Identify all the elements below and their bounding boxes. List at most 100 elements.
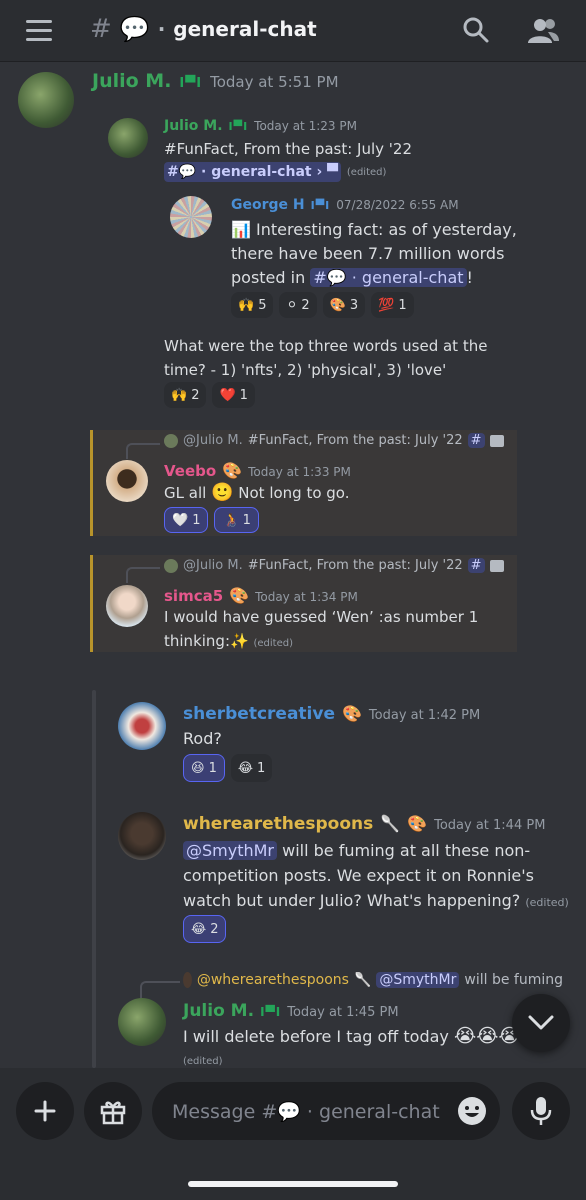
reaction-chip[interactable]: 💯 1	[371, 292, 414, 318]
avatar	[183, 972, 192, 988]
search-icon[interactable]	[462, 16, 490, 48]
reaction-chip[interactable]: ❤️ 1	[212, 382, 255, 408]
message-text: 📊 Interesting fact: as of yesterday, the…	[231, 220, 517, 287]
avatar[interactable]	[108, 118, 148, 158]
gift-button[interactable]	[84, 1082, 142, 1140]
user-mention[interactable]: @SmythMr	[183, 841, 278, 860]
avatar[interactable]	[106, 460, 148, 502]
voice-message-button[interactable]	[512, 1082, 570, 1140]
hash-icon: #	[467, 433, 485, 448]
avatar[interactable]	[118, 998, 166, 1046]
message-text: I will delete before I tag off today 😭😭😭	[183, 1025, 521, 1047]
hash-icon: #	[467, 558, 485, 573]
reaction-chip[interactable]: ⚪ 2	[279, 292, 317, 318]
menu-icon[interactable]	[26, 20, 52, 42]
role-badge-icon: I▀I	[228, 120, 249, 133]
channel-link[interactable]: #💬 · general-chat	[310, 268, 467, 287]
reaction-chip[interactable]: 😂 1	[230, 754, 273, 782]
message-header: George H I▀I 07/28/2022 6:55 AM	[231, 197, 459, 213]
reactions: 🤍 1 🧑‍🦽 1	[164, 507, 259, 533]
reaction-chip[interactable]: 🙌 2	[164, 382, 207, 408]
message-header: Julio M. I▀I Today at 1:45 PM	[183, 1001, 399, 1021]
reaction-chip[interactable]: 🙌 5	[231, 292, 274, 318]
microphone-icon	[530, 1097, 552, 1125]
hash-icon: #	[90, 14, 112, 44]
author-name[interactable]: Julio M.	[164, 118, 223, 134]
image-icon	[489, 559, 504, 572]
avatar[interactable]	[118, 702, 166, 750]
message-header: wherearethespoons 🥄 🎨 Today at 1:44 PM	[183, 814, 545, 834]
reactions: 😂 2	[183, 915, 227, 943]
edited-label: (edited)	[183, 1056, 223, 1067]
channel-name: general-chat	[173, 17, 317, 41]
channel-header: # 💬 · general-chat	[0, 0, 586, 62]
timestamp: Today at 1:42 PM	[368, 708, 481, 723]
palette-icon: 🎨	[342, 704, 362, 723]
author-name[interactable]: wherearethespoons	[183, 814, 373, 834]
thread-line	[92, 690, 96, 1068]
message-header: simca5 🎨 Today at 1:34 PM	[164, 586, 358, 605]
timestamp: Today at 1:33 PM	[248, 465, 351, 479]
reply-connector	[126, 443, 160, 459]
gift-icon	[100, 1101, 126, 1125]
palette-icon: 🎨	[407, 814, 428, 833]
message-input[interactable]: Message #💬 · general-chat	[152, 1082, 500, 1140]
author-name[interactable]: Veebo	[164, 462, 216, 480]
reactions: 😆 1 😂 1	[183, 754, 273, 782]
role-badge-icon: I▀I	[179, 76, 203, 91]
message-text: @SmythMr will be fuming at all these non…	[183, 841, 569, 910]
avatar[interactable]	[118, 812, 166, 860]
add-attachment-button[interactable]	[16, 1082, 74, 1140]
edited-label: (edited)	[346, 166, 387, 178]
message-input-placeholder: Message #💬 · general-chat	[172, 1100, 440, 1123]
author-name[interactable]: sherbetcreative	[183, 704, 335, 724]
reply-preview[interactable]: @Julio M. #FunFact, From the past: July …	[164, 558, 504, 573]
author-name[interactable]: Julio M.	[92, 70, 171, 92]
reactions: 🙌 2 ❤️ 1	[164, 382, 255, 408]
message-text: What were the top three words used at th…	[164, 337, 488, 379]
author-name[interactable]: simca5	[164, 587, 223, 605]
reaction-chip[interactable]: 🤍 1	[164, 507, 209, 533]
reaction-chip[interactable]: 😂 2	[183, 915, 227, 943]
message-text: GL all 🙂 Not long to go.	[164, 482, 350, 503]
message-header: Veebo 🎨 Today at 1:33 PM	[164, 461, 351, 480]
chevron-down-icon	[528, 1015, 554, 1030]
avatar[interactable]	[170, 196, 212, 238]
channel-title: # 💬 · general-chat	[90, 14, 317, 44]
chart-icon: 📊	[231, 220, 251, 239]
timestamp: Today at 5:51 PM	[210, 73, 339, 91]
message-header: Julio M. I▀I Today at 5:51 PM	[92, 70, 339, 92]
author-name[interactable]: Julio M.	[183, 1001, 254, 1021]
jump-down-button[interactable]	[512, 994, 570, 1052]
reply-preview[interactable]: @wherearethespoons 🥄 @SmythMr will be fu…	[183, 972, 563, 988]
members-icon[interactable]	[526, 16, 560, 48]
timestamp: Today at 1:23 PM	[254, 119, 357, 133]
palette-fire-icon: 🎨	[229, 586, 250, 605]
channel-link[interactable]: #💬 · general-chat › ▀	[164, 162, 341, 182]
message-text: Rod?	[183, 729, 222, 748]
role-badge-icon: I▀I	[310, 199, 331, 212]
message-text: I would have guessed ‘Wen’ :as number 1 …	[164, 608, 479, 650]
reaction-chip[interactable]: 🎨 3	[322, 292, 366, 318]
spoon-icon: 🥄	[353, 972, 372, 988]
spoon-icon: 🥄	[380, 814, 401, 833]
message-header: Julio M. I▀I Today at 1:23 PM	[164, 118, 357, 134]
avatar[interactable]	[106, 585, 148, 627]
timestamp: 07/28/2022 6:55 AM	[336, 198, 459, 212]
channel-link-row: #💬 · general-chat › ▀ (edited)	[164, 162, 386, 182]
avatar	[164, 558, 178, 573]
reply-connector	[140, 981, 180, 999]
plus-icon	[34, 1100, 56, 1122]
message-text: #FunFact, From the past: July '22	[164, 140, 412, 158]
avatar	[164, 433, 178, 448]
chat-bubble-icon: 💬	[119, 15, 150, 43]
author-name[interactable]: George H	[231, 197, 305, 213]
reaction-chip[interactable]: 🧑‍🦽 1	[214, 507, 259, 533]
timestamp: Today at 1:34 PM	[255, 590, 358, 604]
emoji-picker-icon[interactable]	[456, 1095, 488, 1131]
timestamp: Today at 1:45 PM	[287, 1005, 399, 1020]
role-badge-icon: I▀I	[260, 1005, 282, 1019]
reply-preview[interactable]: @Julio M. #FunFact, From the past: July …	[164, 433, 504, 448]
avatar[interactable]	[18, 72, 74, 128]
reaction-chip[interactable]: 😆 1	[183, 754, 225, 782]
